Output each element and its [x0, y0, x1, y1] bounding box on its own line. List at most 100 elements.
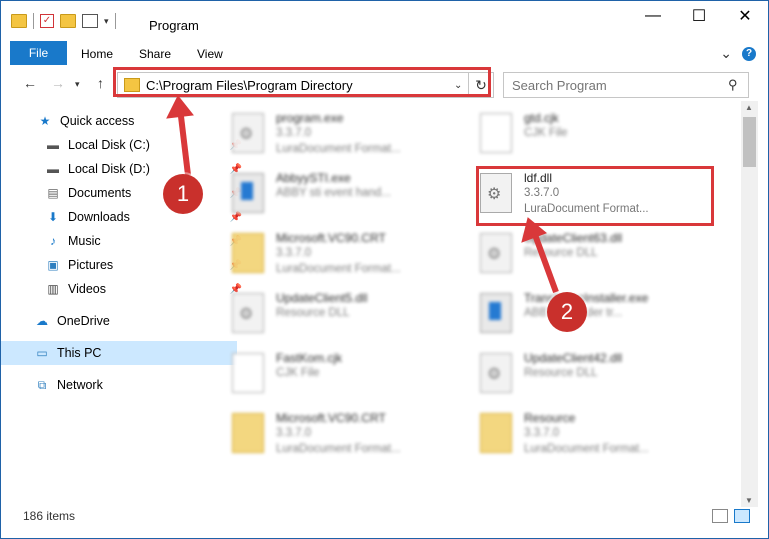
close-button[interactable]: ✕: [722, 1, 768, 31]
address-path[interactable]: C:\Program Files\Program Directory: [146, 78, 454, 93]
sidebar-item-onedrive[interactable]: ☁ OneDrive: [1, 309, 237, 333]
help-icon[interactable]: ?: [742, 46, 756, 61]
file-name: AbbyySTI.exe: [276, 171, 351, 185]
dll-file-icon: [480, 173, 512, 213]
sidebar-item-label: Local Disk (D:): [68, 162, 150, 176]
window-title: Program: [149, 18, 199, 33]
document-file-icon: [232, 353, 264, 393]
file-detail: 3.3.7.0: [276, 427, 312, 439]
forward-button[interactable]: →: [51, 75, 65, 91]
title-bar: ✓ ▾ Program — ☐ ✕: [1, 1, 768, 41]
file-detail: ABBY sti event hand...: [276, 187, 391, 199]
file-detail: LuraDocument Format...: [276, 443, 401, 455]
sidebar-item-label: Documents: [68, 186, 132, 200]
file-list: program.exe 3.3.7.0 LuraDocument Format.…: [208, 105, 741, 507]
folder-icon: [480, 413, 512, 453]
file-detail: 3.3.7.0: [276, 247, 312, 259]
file-name: UpdateClient63.dll: [524, 231, 623, 245]
file-name: gtd.cjk: [524, 111, 559, 125]
maximize-button[interactable]: ☐: [676, 1, 722, 31]
file-name: UpdateClient5.dll: [276, 291, 368, 305]
sidebar-item-quick-access[interactable]: ★ Quick access: [1, 109, 240, 133]
minimize-button[interactable]: —: [630, 1, 676, 31]
ribbon-right-controls: ⌄ ?: [720, 45, 756, 62]
search-box[interactable]: ⚲: [503, 72, 749, 98]
navigation-pane: ★ Quick access ▬ Local Disk (C:) 📌 ▬ Loc…: [1, 105, 242, 507]
scrollbar-thumb[interactable]: [743, 117, 756, 167]
folder-icon: [124, 78, 140, 92]
new-folder-icon[interactable]: [60, 14, 76, 28]
sidebar-item-this-pc[interactable]: ▭ This PC: [1, 341, 237, 365]
search-input[interactable]: [504, 76, 728, 94]
expand-ribbon-chevron-icon[interactable]: ⌄: [720, 45, 732, 62]
file-detail: Resource DLL: [524, 367, 598, 379]
drive-icon: ▬: [47, 138, 59, 152]
folder-icon: [232, 233, 264, 273]
file-detail: CJK File: [276, 367, 320, 379]
address-dropdown-icon[interactable]: ⌄: [454, 80, 468, 91]
file-tile-selected[interactable]: ldf.dll 3.3.7.0 LuraDocument Format...: [480, 167, 720, 223]
scroll-up-icon[interactable]: ▲: [745, 103, 753, 112]
documents-icon: ▤: [47, 186, 59, 200]
sidebar-item-label: Quick access: [60, 114, 135, 128]
tiles-view-icon[interactable]: [734, 509, 750, 523]
file-tile[interactable]: gtd.cjk CJK File: [480, 107, 720, 163]
folder-icon: [232, 413, 264, 453]
sidebar-item-label: OneDrive: [57, 314, 110, 328]
customize-toolbar-chevron-icon[interactable]: ▾: [104, 16, 109, 27]
scroll-down-icon[interactable]: ▼: [745, 496, 753, 505]
star-icon: ★: [39, 114, 51, 128]
file-detail: 3.3.7.0: [524, 427, 560, 439]
tab-view[interactable]: View: [197, 47, 223, 61]
file-tile[interactable]: AbbyySTI.exe ABBY sti event hand...: [232, 167, 472, 223]
music-icon: ♪: [50, 234, 56, 248]
refresh-button[interactable]: ↻: [468, 72, 494, 98]
file-tile[interactable]: Microsoft.VC90.CRT 3.3.7.0 LuraDocument …: [232, 407, 472, 463]
file-detail: LuraDocument Format...: [524, 443, 649, 455]
file-tile[interactable]: Resource 3.3.7.0 LuraDocument Format...: [480, 407, 720, 463]
pictures-icon: ▣: [47, 258, 59, 272]
search-icon[interactable]: ⚲: [728, 77, 748, 93]
tab-home[interactable]: Home: [81, 47, 113, 61]
file-name: TransformsInstaller.exe: [524, 291, 649, 305]
file-tile[interactable]: UpdateClient42.dll Resource DLL: [480, 347, 720, 403]
file-tile[interactable]: UpdateClient5.dll Resource DLL: [232, 287, 472, 343]
file-name: UpdateClient42.dll: [524, 351, 623, 365]
file-name: program.exe: [276, 111, 344, 125]
network-icon: ⧉: [37, 377, 47, 392]
properties-icon[interactable]: [82, 14, 98, 28]
sidebar-item-label: Music: [68, 234, 101, 248]
file-name: FastKom.cjk: [276, 351, 343, 365]
sidebar-item-label: Pictures: [68, 258, 114, 272]
up-button[interactable]: ↑: [97, 75, 104, 91]
explorer-window: ✓ ▾ Program — ☐ ✕ File Home Share View ⌄…: [0, 0, 769, 539]
file-tile[interactable]: UpdateClient63.dll Resource DLL: [480, 227, 720, 283]
sidebar-item-network[interactable]: ⧉ Network: [1, 373, 237, 397]
ribbon-tabs: File Home Share View ⌄ ?: [1, 41, 768, 65]
folder-icon[interactable]: [11, 14, 27, 28]
address-bar[interactable]: C:\Program Files\Program Directory ⌄: [117, 72, 469, 98]
file-detail: LuraDocument Format...: [276, 263, 401, 275]
back-button[interactable]: ←: [23, 75, 37, 91]
sidebar-item-label: Downloads: [68, 210, 130, 224]
details-view-icon[interactable]: [712, 509, 728, 523]
toolbar-divider: [114, 13, 116, 29]
file-tile[interactable]: FastKom.cjk CJK File: [232, 347, 472, 403]
file-detail: LuraDocument Format...: [524, 203, 649, 215]
file-name: Microsoft.VC90.CRT: [276, 411, 386, 425]
file-detail: CJK File: [524, 127, 568, 139]
pc-icon: ▭: [36, 346, 48, 360]
tab-share[interactable]: Share: [139, 47, 171, 61]
file-tile[interactable]: TransformsInstaller.exe ABBYY Reader tr.…: [480, 287, 720, 343]
sidebar-item-label: Network: [57, 378, 103, 392]
vertical-scrollbar[interactable]: ▲ ▼: [741, 101, 758, 507]
checkmark-icon[interactable]: ✓: [40, 14, 54, 28]
recent-locations-chevron-icon[interactable]: ▾: [75, 79, 80, 90]
tab-file[interactable]: File: [10, 41, 67, 65]
file-tile[interactable]: Microsoft.VC90.CRT 3.3.7.0 LuraDocument …: [232, 227, 472, 283]
exe-file-icon: [232, 173, 264, 213]
file-tile[interactable]: program.exe 3.3.7.0 LuraDocument Format.…: [232, 107, 472, 163]
file-detail: Resource DLL: [276, 307, 350, 319]
file-detail: LuraDocument Format...: [276, 143, 401, 155]
file-detail: Resource DLL: [524, 247, 598, 259]
